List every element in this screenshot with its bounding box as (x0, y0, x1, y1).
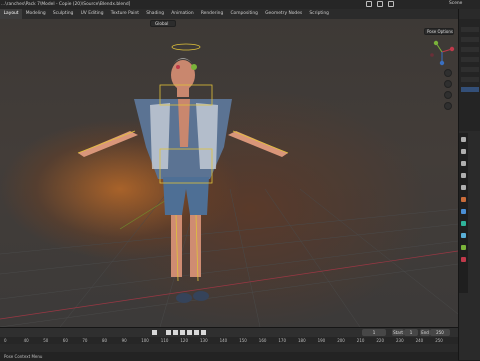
ruler-tick: 60 (62, 338, 68, 343)
transform-orientation-dropdown[interactable]: Global (150, 20, 176, 27)
next-keyframe-icon[interactable] (194, 330, 199, 335)
close-scene-icon[interactable] (388, 1, 394, 7)
tab-animation[interactable]: Animation (168, 9, 198, 19)
object-tab-icon[interactable] (461, 197, 466, 202)
tab-rendering[interactable]: Rendering (197, 9, 227, 19)
render-tab-icon[interactable] (461, 149, 466, 154)
outliner-row[interactable] (461, 27, 479, 32)
ruler-tick: 200 (337, 338, 345, 343)
material-tab-icon[interactable] (461, 257, 466, 262)
properties-tab-strip (459, 133, 468, 293)
timeline: 1 Start 1 End 250 0 40 50 60 70 80 90 100 110 120… (0, 327, 458, 361)
tab-compositing[interactable]: Compositing (227, 9, 262, 19)
modifier-tab-icon[interactable] (461, 209, 466, 214)
ruler-tick: 90 (121, 338, 127, 343)
pin-icon[interactable] (366, 1, 372, 7)
play-icon[interactable] (187, 330, 192, 335)
tab-shading[interactable]: Shading (143, 9, 168, 19)
ruler-tick: 150 (239, 338, 247, 343)
playback-controls: 1 Start 1 End 250 (0, 328, 458, 337)
outliner[interactable] (459, 19, 480, 131)
jump-end-icon[interactable] (201, 330, 206, 335)
ruler-tick: 80 (102, 338, 108, 343)
outliner-row-selected[interactable] (461, 87, 479, 92)
tool-tab-icon[interactable] (461, 137, 466, 142)
properties-editor (458, 9, 480, 360)
ruler-tick: 210 (356, 338, 365, 343)
frame-ruler[interactable]: 0 40 50 60 70 80 90 100 110 120 130 140 150 160 170 180… (0, 337, 458, 344)
viewport-scene (0, 43, 458, 327)
window-title: ...\ranches\Pack 7\Model - Copie (20)\So… (1, 2, 131, 7)
ruler-tick: 160 (258, 338, 267, 343)
ruler-tick: 110 (160, 338, 169, 343)
prev-keyframe-icon[interactable] (173, 330, 178, 335)
ruler-tick: 220 (376, 338, 385, 343)
ruler-tick: 230 (396, 338, 404, 343)
record-icon[interactable] (152, 330, 157, 335)
camera-view-icon[interactable] (444, 91, 452, 99)
outliner-row[interactable] (461, 47, 479, 52)
constraint-tab-icon[interactable] (461, 221, 466, 226)
tab-layout[interactable]: Layout (0, 9, 23, 19)
jump-start-icon[interactable] (166, 330, 171, 335)
outliner-row[interactable] (461, 57, 479, 62)
output-tab-icon[interactable] (461, 161, 466, 166)
ruler-tick: 250 (435, 338, 443, 343)
current-frame-field[interactable]: 1 (362, 329, 386, 336)
tab-modeling[interactable]: Modeling (22, 9, 49, 19)
view-layer-tab-icon[interactable] (461, 173, 466, 178)
data-tab-icon[interactable] (461, 233, 466, 238)
tab-scripting[interactable]: Scripting (306, 9, 333, 19)
scene-selector[interactable]: Scene (449, 1, 462, 6)
status-message: Pose Context Menu (4, 354, 43, 359)
tab-geometry-nodes[interactable]: Geometry Nodes (262, 9, 306, 19)
bone-tab-icon[interactable] (461, 245, 466, 250)
pan-hand-icon[interactable] (444, 80, 452, 88)
ruler-tick: 100 (141, 338, 149, 343)
scene-tab-icon[interactable] (461, 185, 466, 190)
start-frame-field[interactable]: 1 (404, 329, 418, 336)
outliner-row[interactable] (461, 37, 479, 42)
copy-icon[interactable] (377, 1, 383, 7)
x-axis-line (0, 250, 458, 320)
viewport-header: Global Pose Options (0, 19, 458, 35)
character-model[interactable] (78, 58, 288, 303)
ruler-tick: 50 (43, 338, 49, 343)
floor-grid (0, 188, 458, 327)
end-frame-field[interactable]: 250 (430, 329, 450, 336)
outliner-row[interactable] (461, 77, 479, 82)
ruler-tick: 120 (180, 338, 189, 343)
top-right-icons (366, 1, 394, 7)
perspective-grid-icon[interactable] (444, 102, 452, 110)
start-label: Start (392, 329, 404, 336)
ruler-tick: 170 (278, 338, 287, 343)
ruler-tick: 40 (23, 338, 29, 343)
ruler-tick: 240 (415, 338, 424, 343)
tab-texture-paint[interactable]: Texture Paint (107, 9, 143, 19)
ruler-tick: 0 (4, 338, 7, 343)
ruler-tick: 140 (219, 338, 228, 343)
end-label: End (420, 329, 430, 336)
ruler-tick: 130 (200, 338, 208, 343)
outliner-row[interactable] (461, 67, 479, 72)
zoom-icon[interactable] (444, 69, 452, 77)
3d-viewport[interactable] (0, 19, 458, 327)
workspace-tabs: Layout Modeling Sculpting UV Editing Texture… (0, 9, 458, 19)
ruler-tick: 190 (317, 338, 326, 343)
ruler-tick: 180 (298, 338, 306, 343)
pose-options-dropdown[interactable]: Pose Options (424, 28, 454, 35)
tab-uv-editing[interactable]: UV Editing (77, 9, 107, 19)
ruler-tick: 70 (82, 338, 88, 343)
play-reverse-icon[interactable] (180, 330, 185, 335)
title-bar: ...\ranches\Pack 7\Model - Copie (20)\So… (0, 0, 480, 9)
tab-sculpting[interactable]: Sculpting (49, 9, 77, 19)
navigation-gizmo[interactable] (428, 37, 456, 67)
